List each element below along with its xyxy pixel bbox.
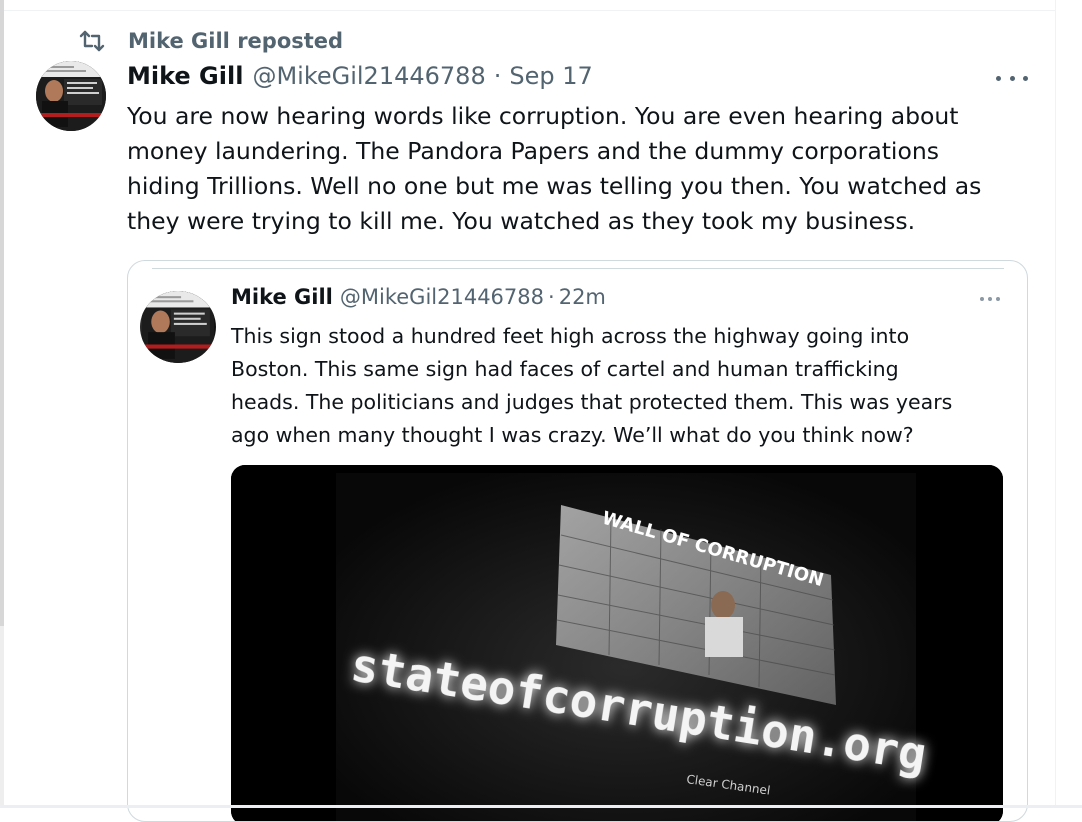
quote-author-name[interactable]: Mike Gill — [231, 285, 333, 309]
repost-icon — [78, 27, 106, 55]
quote-media-image[interactable]: WALL OF CORRUPTION stateofcorruption.org… — [231, 465, 1003, 821]
scroll-track — [0, 626, 4, 808]
quote-text: This sign stood a hundred feet high acro… — [231, 324, 953, 447]
post-date[interactable]: Sep 17 — [509, 62, 592, 90]
top-divider — [4, 10, 1055, 11]
quote-header: Mike Gill @MikeGil21446788 · 22m — [231, 285, 606, 315]
quote-divider — [152, 268, 1004, 269]
quoted-post[interactable]: Mike Gill @MikeGil21446788 · 22m This si… — [127, 260, 1028, 822]
separator-dot: · — [493, 62, 502, 90]
right-border — [1055, 0, 1056, 808]
quote-time[interactable]: 22m — [559, 285, 606, 309]
quote-author-handle[interactable]: @MikeGil21446788 — [340, 285, 544, 309]
left-border — [0, 0, 4, 626]
quote-separator-dot: · — [548, 285, 555, 309]
author-handle[interactable]: @MikeGil21446788 — [252, 62, 485, 90]
post-text: You are now hearing words like corruptio… — [127, 102, 982, 235]
more-options-icon[interactable] — [996, 64, 1028, 92]
post-header: Mike Gill @MikeGil21446788 · Sep 17 — [127, 62, 593, 96]
repost-label[interactable]: Mike Gill reposted — [128, 29, 343, 53]
quote-avatar[interactable] — [140, 291, 216, 363]
author-name[interactable]: Mike Gill — [127, 62, 243, 90]
quote-more-icon[interactable] — [980, 297, 1000, 303]
avatar[interactable] — [36, 61, 106, 131]
repost-indicator[interactable]: Mike Gill reposted — [78, 26, 343, 56]
